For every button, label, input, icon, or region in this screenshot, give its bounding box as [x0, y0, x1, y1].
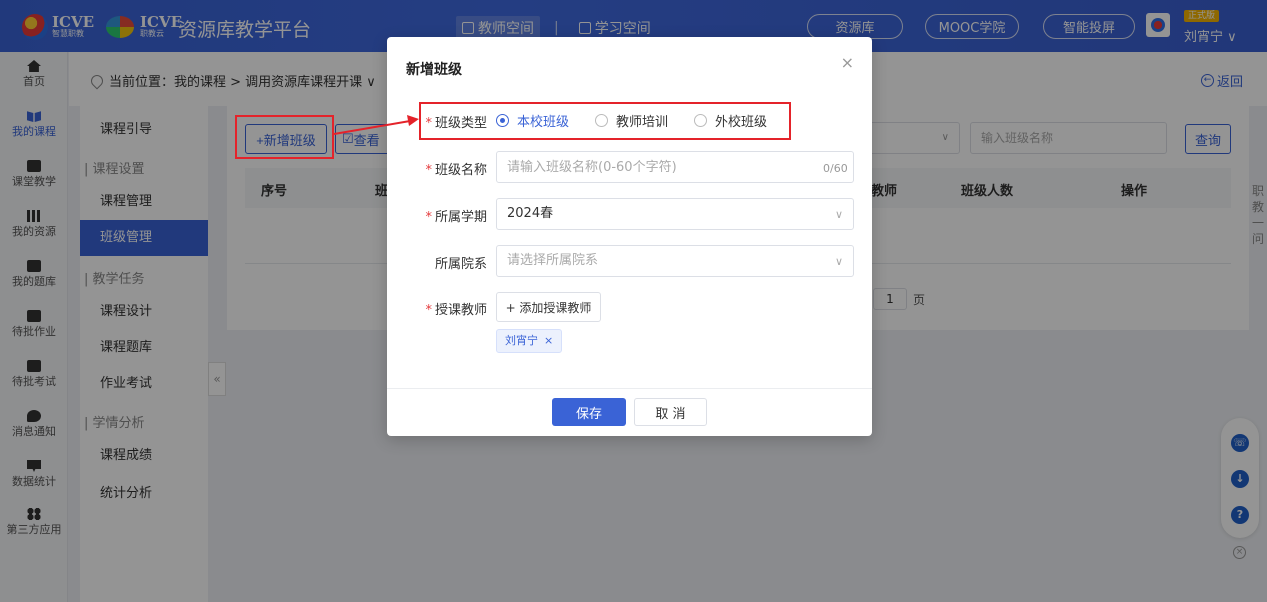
- dialog-footer-divider: [387, 388, 872, 389]
- teacher-tag-label: 刘宵宁: [505, 334, 538, 347]
- cancel-button[interactable]: 取 消: [634, 398, 707, 426]
- term-select[interactable]: 2024春 ∨: [496, 198, 854, 230]
- department-placeholder: 请选择所属院系: [507, 253, 599, 268]
- term-value: 2024春: [507, 206, 554, 221]
- add-class-dialog: 新增班级 × *班级类型 本校班级 教师培训 外校班级 *班级名称 0/60 *…: [387, 37, 872, 436]
- teacher-tag: 刘宵宁 ×: [496, 329, 563, 353]
- chevron-down-icon: ∨: [834, 208, 843, 221]
- dialog-title: 新增班级: [406, 62, 462, 78]
- add-teacher-button[interactable]: + 添加授课教师: [496, 292, 601, 322]
- department-label: 所属院系: [434, 257, 487, 272]
- term-label-text: 所属学期: [434, 210, 487, 225]
- teacher-label: * 授课教师: [387, 299, 487, 318]
- remove-tag-icon[interactable]: ×: [544, 334, 553, 347]
- class-name-label: * 班级名称: [387, 159, 487, 178]
- required-mark: *: [425, 163, 432, 178]
- class-name-counter: 0/60: [823, 162, 848, 175]
- teacher-label-text: 授课教师: [434, 303, 487, 318]
- department-select[interactable]: 请选择所属院系 ∨: [496, 245, 854, 277]
- required-mark: *: [425, 303, 432, 318]
- class-name-label-text: 班级名称: [434, 163, 487, 178]
- annotation-box-add-class: [235, 115, 334, 159]
- annotation-box-class-type: [419, 102, 791, 140]
- required-mark: *: [425, 210, 432, 225]
- save-button[interactable]: 保存: [552, 398, 626, 426]
- class-name-input[interactable]: [496, 151, 854, 183]
- chevron-down-icon: ∨: [834, 255, 843, 268]
- term-label: * 所属学期: [387, 206, 487, 225]
- close-icon[interactable]: ×: [841, 53, 854, 72]
